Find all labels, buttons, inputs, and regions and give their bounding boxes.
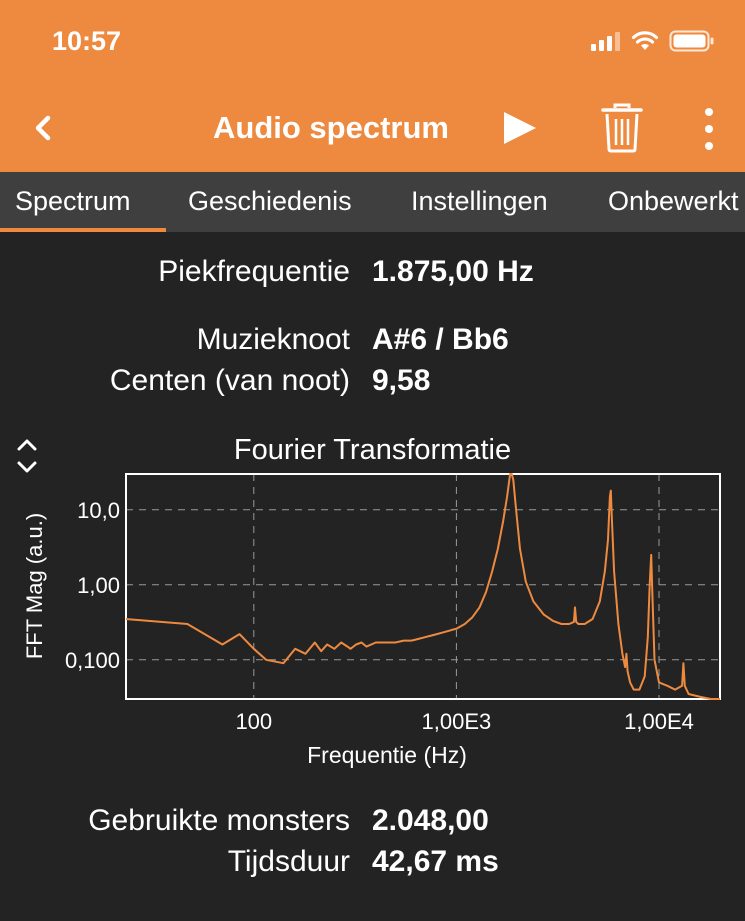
y-tick-label: 1,00 <box>77 573 120 598</box>
chart-title: Fourier Transformatie <box>233 434 512 466</box>
tab-bar: Spectrum Geschiedenis Instellingen Onbew… <box>0 172 745 232</box>
samples-value: 2.048,00 <box>372 804 489 837</box>
x-tick-label: 1,00E3 <box>422 709 492 734</box>
y-tick-label: 10,0 <box>77 498 120 523</box>
cents-value: 9,58 <box>372 364 431 397</box>
active-tab-indicator <box>0 228 166 232</box>
back-button[interactable] <box>26 108 62 148</box>
more-options-button[interactable] <box>697 104 721 154</box>
x-tick-label: 100 <box>235 709 272 734</box>
cents-label: Centen (van noot) <box>109 364 350 397</box>
more-vertical-icon <box>705 108 713 150</box>
y-tick-label: 0,100 <box>65 648 120 673</box>
x-axis-label: Frequentie (Hz) <box>307 742 467 768</box>
tab-geschiedenis[interactable]: Geschiedenis <box>188 186 352 217</box>
page-title: Audio spectrum <box>213 110 449 145</box>
peak-frequency-label: Piekfrequentie <box>158 255 350 288</box>
battery-icon <box>669 30 714 52</box>
play-icon <box>504 112 536 144</box>
y-axis-label: FFT Mag (a.u.) <box>22 513 47 659</box>
status-time: 10:57 <box>52 26 122 56</box>
cellular-signal-icon <box>591 32 620 51</box>
fft-series-line <box>125 473 720 700</box>
fft-chart: 0,100 1,00 10,0 100 1,00E3 1,00E4 FFT Mag (a… <box>22 473 721 768</box>
duration-value: 42,67 ms <box>372 845 499 878</box>
back-chevron-icon <box>35 115 51 141</box>
tab-spectrum[interactable]: Spectrum <box>15 186 131 217</box>
music-note-label: Muzieknoot <box>196 323 350 356</box>
tab-onbewerkt[interactable]: Onbewerkt <box>608 186 739 217</box>
navigation-bar: Audio spectrum <box>0 80 745 172</box>
status-bar: 10:57 <box>0 0 745 80</box>
tab-instellingen[interactable]: Instellingen <box>411 186 548 217</box>
wifi-icon <box>631 31 659 50</box>
samples-label: Gebruikte monsters <box>88 804 350 837</box>
delete-button[interactable] <box>600 102 644 154</box>
music-note-value: A#6 / Bb6 <box>372 323 509 356</box>
peak-frequency-value: 1.875,00 Hz <box>372 255 534 288</box>
chart-grid <box>126 474 720 699</box>
trash-icon <box>601 103 643 153</box>
play-button[interactable] <box>500 108 540 148</box>
duration-label: Tijdsduur <box>227 845 350 878</box>
status-icons <box>591 30 715 52</box>
x-tick-label: 1,00E4 <box>624 709 694 734</box>
plot-frame <box>125 473 721 700</box>
